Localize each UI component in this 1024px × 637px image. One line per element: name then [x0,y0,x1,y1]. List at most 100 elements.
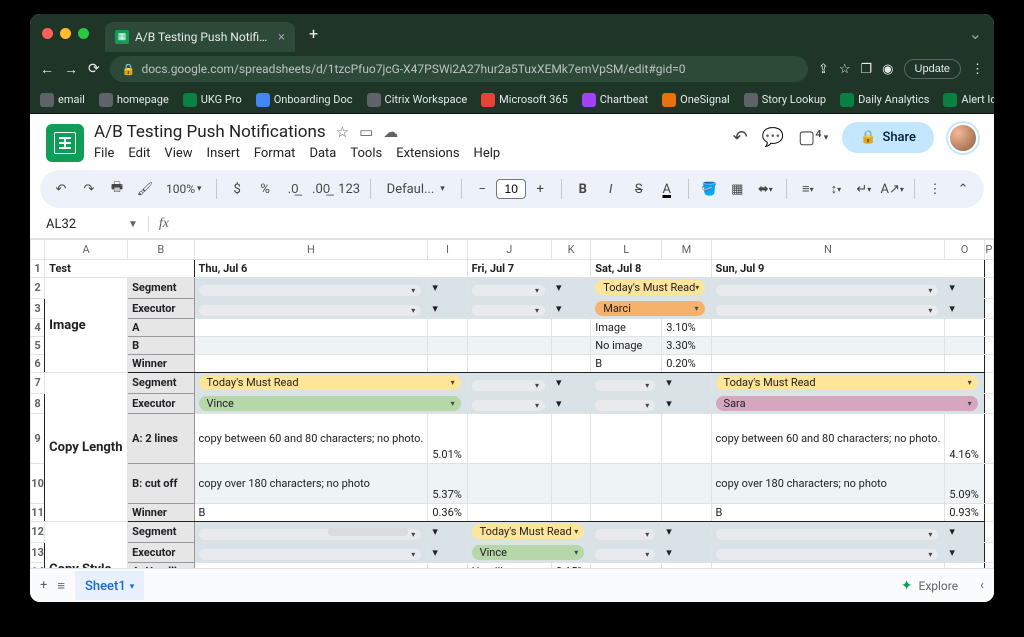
bookmark-onesignal[interactable]: OneSignal [662,93,730,107]
valign-icon[interactable]: ↕ ▾ [825,177,847,201]
cell-test-image[interactable]: Image [45,278,128,373]
bookmark-homepage[interactable]: homepage [99,93,169,107]
menu-edit[interactable]: Edit [128,146,150,161]
name-box[interactable]: AL32 [46,217,118,232]
back-icon[interactable]: ← [40,61,54,78]
cell-segment[interactable]: Segment [128,278,194,299]
row-8[interactable]: 8 [31,393,45,414]
bookmark-daily[interactable]: Daily Analytics [840,93,929,107]
more-formats-icon[interactable]: 123 [338,178,360,201]
menu-extensions[interactable]: Extensions [396,146,459,161]
spreadsheet-grid[interactable]: A B H I J K L M N O P 1 Test Thu, Jul [30,238,994,568]
star-icon[interactable]: ☆ [336,123,349,141]
bookmark-email[interactable]: email [40,93,85,107]
menu-tools[interactable]: Tools [350,146,382,161]
move-icon[interactable]: ▭ [359,123,373,141]
row-3[interactable]: 3 [31,298,45,319]
side-collapse-icon[interactable]: ‹ [980,578,984,593]
more-icon[interactable]: ⋮ [924,178,946,201]
zoom-select[interactable]: 100% ▾ [162,180,206,198]
close-window[interactable] [42,28,53,39]
row-5[interactable]: 5 [31,337,45,355]
print-icon[interactable]: 🖶 [106,174,128,204]
window-controls[interactable] [42,28,89,39]
sheet-tab[interactable]: Sheet1▾ [75,571,144,600]
comments-icon[interactable]: 💬 [762,127,784,148]
menu-file[interactable]: File [94,146,114,161]
row-11[interactable]: 11 [31,504,45,522]
col-I[interactable]: I [428,240,467,260]
row-7[interactable]: 7 [31,373,45,394]
col-P[interactable]: P [984,240,993,260]
bold-icon[interactable]: B [572,178,594,201]
text-color-icon[interactable]: A [656,178,678,201]
col-O[interactable]: O [945,240,984,260]
bookmark-onboarding[interactable]: Onboarding Doc [256,93,353,107]
explore-button[interactable]: ✦ Explore [901,578,958,594]
profile-icon[interactable]: ◉ [882,62,893,77]
menu-insert[interactable]: Insert [207,146,240,161]
col-B[interactable]: B [128,240,194,260]
account-avatar[interactable] [948,123,978,153]
merge-icon[interactable]: ⬌ ▾ [754,178,776,201]
bookmark-chartbeat[interactable]: Chartbeat [582,93,648,107]
new-tab-button[interactable]: + [309,24,318,43]
column-headers[interactable]: A B H I J K L M N O P [31,240,994,260]
font-size-input[interactable] [496,179,526,199]
wrap-icon[interactable]: ↵ ▾ [853,178,875,201]
col-N[interactable]: N [711,240,945,260]
strike-icon[interactable]: S [628,178,650,201]
row-9[interactable]: 9 [31,414,45,464]
close-tab-icon[interactable]: × [278,30,285,45]
row-6[interactable]: 6 [31,355,45,373]
browser-tab[interactable]: ▦ A/B Testing Push Notifications × [105,22,295,52]
horizontal-scrollbar[interactable] [68,528,984,538]
bookmark-storylookup[interactable]: Story Lookup [744,93,826,107]
collapse-toolbar-icon[interactable]: ⌃ [952,178,974,201]
increase-font-icon[interactable]: + [529,178,551,201]
bookmark-icon[interactable]: ☆ [839,62,851,77]
share-button[interactable]: 🔒 Share [842,122,934,153]
extensions-icon[interactable]: ❐ [861,62,873,77]
name-box-dropdown-icon[interactable]: ▼ [128,219,138,230]
cell-executor[interactable]: Executor [128,298,194,319]
cell-fri[interactable]: Fri, Jul 7 [467,260,591,278]
share-page-icon[interactable]: ⇪ [818,62,829,77]
col-K[interactable]: K [551,240,590,260]
row-12[interactable]: 12 [31,522,45,543]
cell-test-header[interactable]: Test [45,260,194,278]
currency-icon[interactable]: $ [226,178,248,201]
halign-icon[interactable]: ≡ ▾ [797,177,819,201]
increase-decimal-icon[interactable]: .00̲ [310,177,332,201]
history-icon[interactable]: ↶ [733,127,748,148]
meet-icon[interactable]: ▢⁴ ▾ [798,127,828,148]
minimize-window[interactable] [60,28,71,39]
bookmark-alert[interactable]: Alert Ideas [943,93,994,107]
reload-icon[interactable]: ⟳ [88,61,100,77]
chrome-menu-icon[interactable]: ⋮ [971,62,984,77]
add-sheet-icon[interactable]: + [40,578,47,593]
row-4[interactable]: 4 [31,319,45,337]
forward-icon[interactable]: → [64,61,78,78]
undo-icon[interactable]: ↶ [50,178,72,201]
tab-overflow-icon[interactable]: ⌄ [969,24,982,43]
cloud-icon[interactable]: ☁ [383,123,398,141]
cell-sun[interactable]: Sun, Jul 9 [711,260,984,278]
bookmark-citrix[interactable]: Citrix Workspace [367,93,468,107]
select-all-corner[interactable] [31,240,45,260]
maximize-window[interactable] [78,28,89,39]
menu-help[interactable]: Help [474,146,501,161]
menu-view[interactable]: View [164,146,192,161]
redo-icon[interactable]: ↷ [78,178,100,201]
fill-color-icon[interactable]: 🪣 [698,178,720,201]
row-13[interactable]: 13 [31,542,45,563]
bookmark-m365[interactable]: Microsoft 365 [481,93,568,107]
col-H[interactable]: H [194,240,428,260]
paint-format-icon[interactable]: 🖌 [134,178,156,201]
url-field[interactable]: 🔒 docs.google.com/spreadsheets/d/1tzcPfu… [110,56,808,82]
italic-icon[interactable]: I [600,178,622,201]
cell-sat[interactable]: Sat, Jul 8 [591,260,711,278]
all-sheets-icon[interactable]: ≡ [57,578,65,594]
rotate-icon[interactable]: A↗ ▾ [881,178,904,201]
cell[interactable]: Image [591,319,662,337]
